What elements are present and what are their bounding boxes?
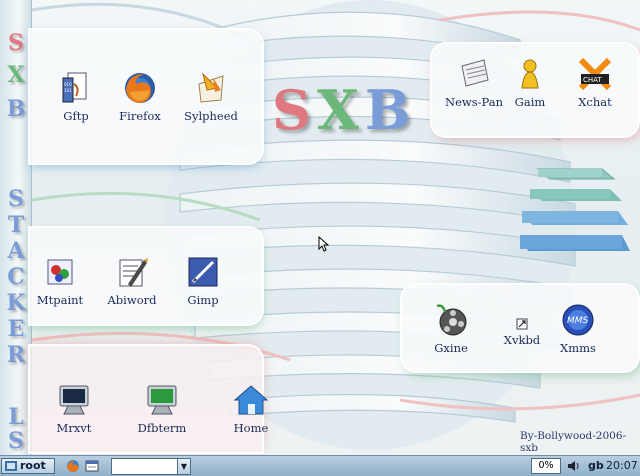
firefox-icon (125, 73, 155, 103)
quick-launch-desktop-icon[interactable] (84, 458, 100, 474)
launcher-label: Dfbterm (137, 421, 187, 435)
start-menu-button[interactable]: root (1, 458, 55, 474)
sidebar-letter: T (7, 212, 25, 238)
svg-text:101: 101 (64, 88, 72, 93)
launcher-xmms[interactable]: MMS Xmms (540, 302, 616, 355)
logo-letter: S (272, 78, 317, 142)
launcher-abiword[interactable]: Abiword (94, 254, 170, 307)
launcher-firefox[interactable]: Firefox (102, 70, 178, 123)
launcher-home[interactable]: Home (213, 382, 289, 435)
gimp-icon (188, 257, 218, 287)
launcher-sylpheed[interactable]: Sylpheed (173, 70, 249, 123)
launcher-label: Gxine (434, 341, 468, 355)
xmms-icon: MMS (562, 304, 594, 336)
stack-layers-logo (520, 168, 630, 251)
start-menu-label: root (20, 459, 46, 472)
launcher-dfbterm[interactable]: Dfbterm (124, 382, 200, 435)
taskbar-window-combo[interactable]: ▼ (111, 458, 191, 475)
terminal-green-icon (147, 385, 177, 415)
launcher-mrxvt[interactable]: Mrxvt (36, 382, 112, 435)
taskbar: root ▼ 0% gb 20:07 (0, 455, 640, 476)
home-icon (233, 385, 269, 415)
keyboard-layout-indicator[interactable]: gb (588, 459, 604, 472)
sidebar-letter: R (6, 342, 26, 368)
mouse-cursor-icon (318, 236, 330, 252)
launcher-label: Firefox (119, 109, 161, 123)
xvkbd-icon (516, 318, 528, 330)
quick-launch-web-icon[interactable] (65, 458, 81, 474)
launcher-label: Sylpheed (184, 109, 238, 123)
logo-letter: B (364, 78, 417, 142)
launcher-label: Mtpaint (36, 293, 84, 307)
sidebar-letter: B (6, 96, 26, 122)
svg-text:CHAT: CHAT (583, 76, 602, 84)
gaim-icon (521, 59, 539, 89)
launcher-label: Gimp (187, 293, 219, 307)
sylpheed-icon (198, 72, 224, 103)
sidebar-letter: L (8, 404, 24, 430)
launcher-label: Xchat (578, 95, 612, 109)
sidebar-letter: X (7, 62, 25, 88)
sidebar-letter: S (8, 428, 24, 454)
svg-text:010: 010 (64, 82, 72, 87)
terminal-icon (59, 385, 89, 415)
newspan-icon (461, 59, 489, 87)
sidebar-strip: S X B S T A C K E R L S (0, 0, 32, 455)
launcher-mtpaint[interactable]: Mtpaint (22, 254, 98, 307)
author-byline: By-Bollywood-2006-sxb (520, 430, 627, 454)
clock[interactable]: 20:07 (606, 459, 638, 472)
sxb-logo: SXB (272, 78, 420, 148)
svg-text:MMS: MMS (567, 316, 589, 326)
gftp-icon: 010 101 (62, 72, 87, 103)
mtpaint-icon (47, 259, 73, 285)
sidebar-letter: S (8, 30, 24, 56)
logo-letter: X (317, 78, 365, 142)
launcher-label: Xmms (560, 341, 596, 355)
xchat-icon: CHAT (578, 57, 612, 91)
desktop: S X B S T A C K E R L S SXB 010 101 Gftp… (0, 0, 640, 455)
launcher-gxine[interactable]: Gxine (413, 302, 489, 355)
chevron-down-icon[interactable]: ▼ (177, 459, 190, 474)
launcher-xchat[interactable]: CHAT Xchat (557, 56, 633, 109)
start-menu-icon (5, 461, 17, 471)
launcher-label: Home (233, 421, 269, 435)
sidebar-letter: S (8, 186, 24, 212)
abiword-icon (119, 258, 148, 287)
cpu-usage-meter: 0% (531, 458, 561, 474)
launcher-label: Mrxvt (56, 421, 92, 435)
gxine-icon (436, 304, 467, 336)
sidebar-letter: E (7, 316, 25, 342)
volume-icon[interactable] (567, 459, 581, 473)
launcher-label: Abiword (107, 293, 157, 307)
launcher-gimp[interactable]: Gimp (165, 254, 241, 307)
